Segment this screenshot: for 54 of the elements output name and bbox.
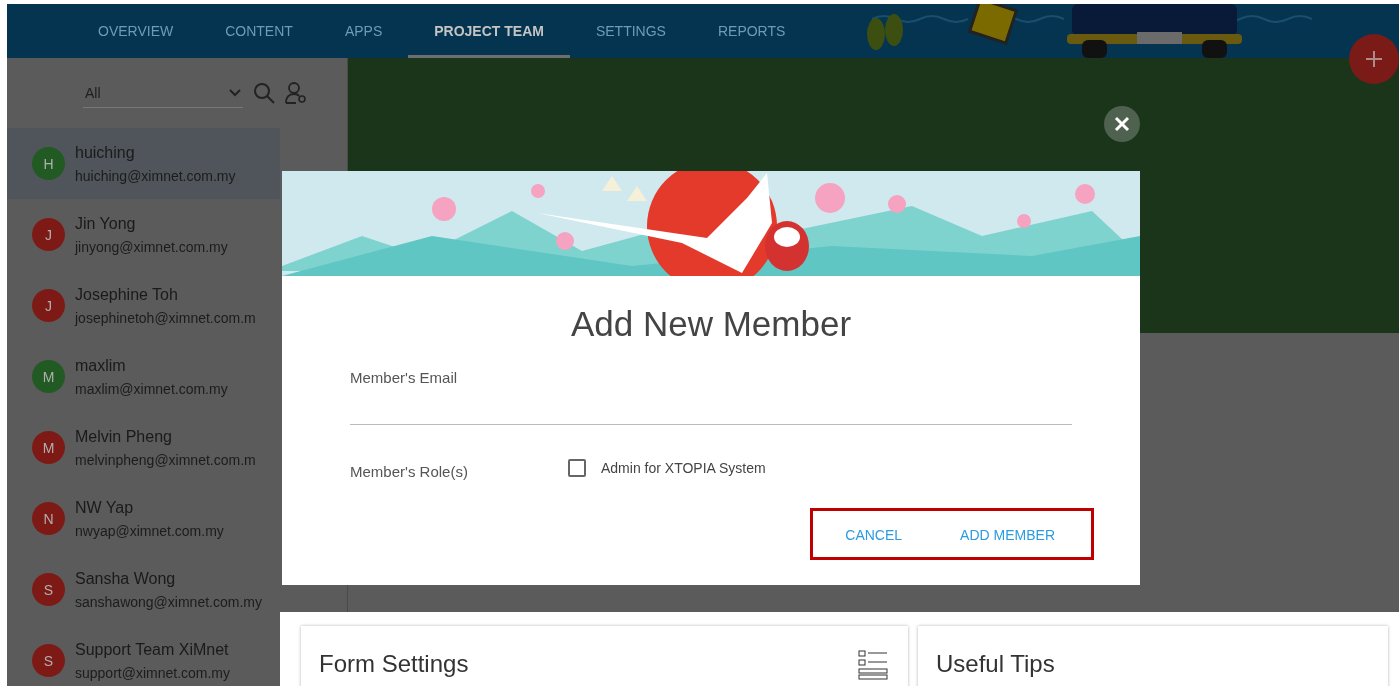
checkbox[interactable] — [568, 458, 586, 477]
member-item[interactable]: N NW Yap nwyap@ximnet.com.my — [7, 483, 280, 554]
member-email: josephinetoh@ximnet.com.m — [75, 309, 256, 326]
member-email: nwyap@ximnet.com.my — [75, 522, 224, 539]
member-name: huiching — [75, 143, 136, 162]
caret-icon — [229, 88, 241, 97]
nav-tab[interactable]: REPORTS — [691, 4, 812, 58]
member-name: maxlim — [75, 356, 127, 375]
field-label: Member's Role(s) — [350, 463, 469, 480]
nav-tab[interactable]: OVERVIEW — [72, 4, 200, 58]
avatar: S — [32, 573, 65, 606]
member-name: Josephine Toh — [75, 285, 179, 304]
member-item[interactable]: J Josephine Toh josephinetoh@ximnet.com.m — [7, 270, 280, 341]
member-email: sanshawong@ximnet.com.my — [75, 593, 262, 610]
avatar: J — [32, 289, 65, 322]
dialog-button[interactable]: ADD MEMBER — [960, 527, 1055, 543]
filter-dropdown[interactable]: All — [83, 78, 243, 108]
member-item[interactable]: M maxlim maxlim@ximnet.com.my — [7, 341, 280, 412]
avatar: N — [32, 502, 65, 535]
member-name: Support Team XiMnet — [75, 640, 230, 659]
card-title: Useful Tips — [936, 650, 1055, 679]
avatar: J — [32, 218, 65, 251]
person-settings-icon[interactable] — [285, 82, 307, 104]
member-email: huiching@ximnet.com.my — [75, 167, 236, 184]
avatar: H — [32, 147, 65, 180]
member-email: support@ximnet.com.my — [75, 664, 231, 681]
member-email: melvinpheng@ximnet.com.m — [75, 451, 256, 468]
member-name: Jin Yong — [75, 214, 137, 233]
checkbox-label: Admin for XTOPIA System — [601, 459, 766, 476]
member-item[interactable]: H huiching huiching@ximnet.com.my — [7, 128, 280, 199]
search-icon[interactable] — [253, 82, 275, 104]
nav-tab[interactable]: SETTINGS — [569, 4, 692, 58]
member-name: Melvin Pheng — [75, 427, 173, 446]
field-label: Member's Email — [350, 369, 459, 386]
member-item[interactable]: S Support Team XiMnet support@ximnet.com.my — [7, 625, 280, 686]
close-icon — [1114, 116, 1130, 132]
plus-icon — [1366, 51, 1382, 67]
member-email: jinyong@ximnet.com.my — [75, 238, 228, 255]
member-item[interactable]: M Melvin Pheng melvinpheng@ximnet.com.m — [7, 412, 280, 483]
member-name: NW Yap — [75, 498, 135, 517]
avatar: S — [32, 644, 65, 677]
avatar: M — [32, 360, 65, 393]
nav-tab[interactable]: CONTENT — [199, 4, 319, 58]
dialog-button[interactable]: CANCEL — [845, 527, 903, 543]
avatar: M — [32, 431, 65, 464]
member-item[interactable]: S Sansha Wong sanshawong@ximnet.com.my — [7, 554, 280, 625]
member-item[interactable]: J Jin Yong jinyong@ximnet.com.my — [7, 199, 280, 270]
list-icon[interactable] — [858, 650, 888, 680]
card-title: Form Settings — [319, 650, 469, 679]
member-email: maxlim@ximnet.com.my — [75, 380, 228, 397]
dialog-title: Add New Member — [569, 304, 853, 344]
add-fab-button[interactable] — [1349, 34, 1399, 84]
nav-tab[interactable]: APPS — [318, 4, 409, 58]
member-name: Sansha Wong — [75, 569, 177, 588]
